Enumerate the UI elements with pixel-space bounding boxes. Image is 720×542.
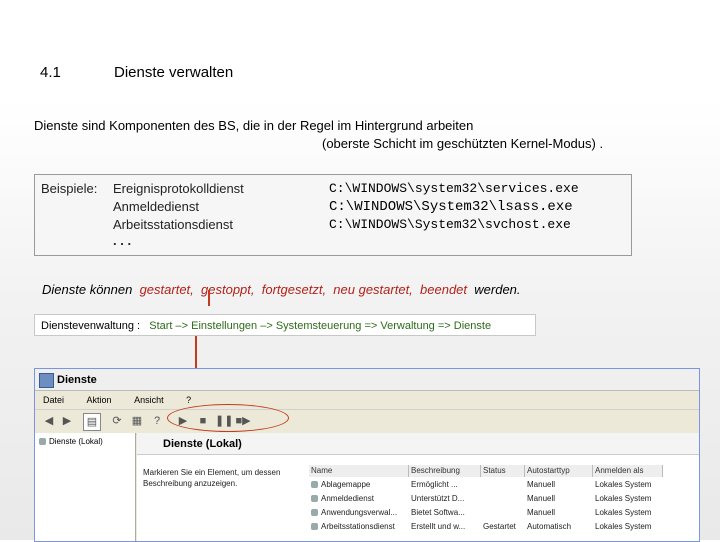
panel-description: Markieren Sie ein Element, um dessen Bes… — [143, 468, 281, 488]
console-tree-icon[interactable]: ▤ — [83, 413, 101, 431]
actions-suffix: werden. — [474, 282, 521, 297]
toolbar: ◀ ▶ ▤ ⟳ ▦ ? ▶ ■ ❚❚ ■▶ — [35, 409, 699, 435]
example-ellipsis: . . . — [113, 233, 132, 248]
console-tree: Dienste (Lokal) — [35, 433, 136, 541]
example-path: C:\WINDOWS\System32\svchost.exe — [329, 217, 571, 232]
service-gear-icon — [311, 495, 318, 503]
action-end: beendet — [420, 282, 468, 297]
table-cell: Arbeitsstationsdienst — [311, 521, 407, 533]
actions-prefix: Dienste können — [42, 282, 133, 297]
example-item: Anmeldedienst — [113, 199, 199, 214]
path-bar: Dienstevenwaltung : Start –> Einstellung… — [34, 314, 536, 336]
table-cell: Bietet Softwa... — [411, 508, 465, 517]
export-icon[interactable]: ▦ — [129, 413, 145, 429]
table-cell: Lokales System — [595, 480, 652, 489]
action-start: gestartet, — [139, 282, 194, 297]
table-cell: Manuell — [527, 480, 556, 489]
column-header-name[interactable]: Name — [309, 465, 409, 477]
menu-item-help[interactable]: ? — [186, 395, 191, 405]
help-icon[interactable]: ? — [149, 413, 165, 429]
menu-item-file[interactable]: Datei — [43, 395, 64, 405]
column-header-description[interactable]: Beschreibung — [409, 465, 481, 477]
forward-icon[interactable]: ▶ — [59, 413, 75, 429]
table-cell: Anwendungsverwal... — [311, 507, 407, 519]
menu-item-view[interactable]: Ansicht — [134, 395, 164, 405]
window-titlebar[interactable]: Dienste — [35, 369, 699, 391]
example-item: Ereignisprotokolldienst — [113, 181, 244, 196]
table-cell: Manuell — [527, 494, 556, 503]
table-cell: Automatisch — [527, 522, 572, 531]
table-cell: Manuell — [527, 508, 556, 517]
services-window: Dienste Datei Aktion Ansicht ? ◀ ▶ ▤ ⟳ ▦… — [34, 368, 700, 542]
window-title: Dienste — [57, 374, 97, 386]
path-label: Dienstevenwaltung : — [41, 320, 141, 332]
table-cell: Unterstützt D... — [411, 494, 465, 503]
examples-box: Beispiele: Ereignisprotokolldienst Anmel… — [34, 174, 632, 256]
examples-label: Beispiele: — [41, 181, 98, 196]
action-restart: neu gestartet, — [333, 282, 413, 297]
service-gear-icon — [311, 481, 318, 489]
refresh-icon[interactable]: ⟳ — [109, 413, 125, 429]
service-gear-icon — [311, 523, 318, 531]
services-app-icon — [39, 373, 54, 388]
example-path: C:\WINDOWS\system32\services.exe — [329, 181, 579, 196]
action-continue: fortgesetzt, — [261, 282, 327, 297]
section-title: Dienste verwalten — [114, 64, 234, 81]
tree-item-services[interactable]: Dienste (Lokal) — [39, 437, 103, 446]
table-cell: Lokales System — [595, 508, 652, 517]
column-header-logon[interactable]: Anmelden als — [593, 465, 663, 477]
example-item: Arbeitsstationsdienst — [113, 217, 233, 232]
highlight-oval — [167, 404, 289, 432]
table-cell: Gestartet — [483, 522, 516, 531]
section-number: 4.1 — [40, 64, 61, 81]
red-connector-top — [208, 290, 210, 306]
table-cell: Anmeldedienst — [311, 493, 407, 505]
menu-bar: Datei Aktion Ansicht ? — [35, 391, 699, 409]
intro-line-2: (oberste Schicht im geschützten Kernel-M… — [322, 136, 604, 151]
back-icon[interactable]: ◀ — [41, 413, 57, 429]
gear-icon — [39, 438, 46, 446]
example-path: C:\WINDOWS\System32\lsass.exe — [329, 199, 573, 215]
table-cell: Lokales System — [595, 522, 652, 531]
table-cell: Lokales System — [595, 494, 652, 503]
services-panel: Dienste (Lokal) Markieren Sie ein Elemen… — [137, 433, 699, 541]
column-header-status[interactable]: Status — [481, 465, 525, 477]
menu-item-action[interactable]: Aktion — [87, 395, 112, 405]
table-cell: Erstellt und w... — [411, 522, 466, 531]
table-cell: Ablagemappe — [311, 479, 407, 491]
intro-line-1: Dienste sind Komponenten des BS, die in … — [34, 118, 474, 133]
panel-title: Dienste (Lokal) — [137, 433, 699, 455]
actions-sentence: Dienste können gestartet, gestoppt, fort… — [42, 282, 521, 297]
service-gear-icon — [311, 509, 318, 517]
table-cell: Ermöglicht ... — [411, 480, 458, 489]
path-text: Start –> Einstellungen –> Systemsteuerun… — [149, 320, 492, 332]
column-header-startup[interactable]: Autostarttyp — [525, 465, 593, 477]
